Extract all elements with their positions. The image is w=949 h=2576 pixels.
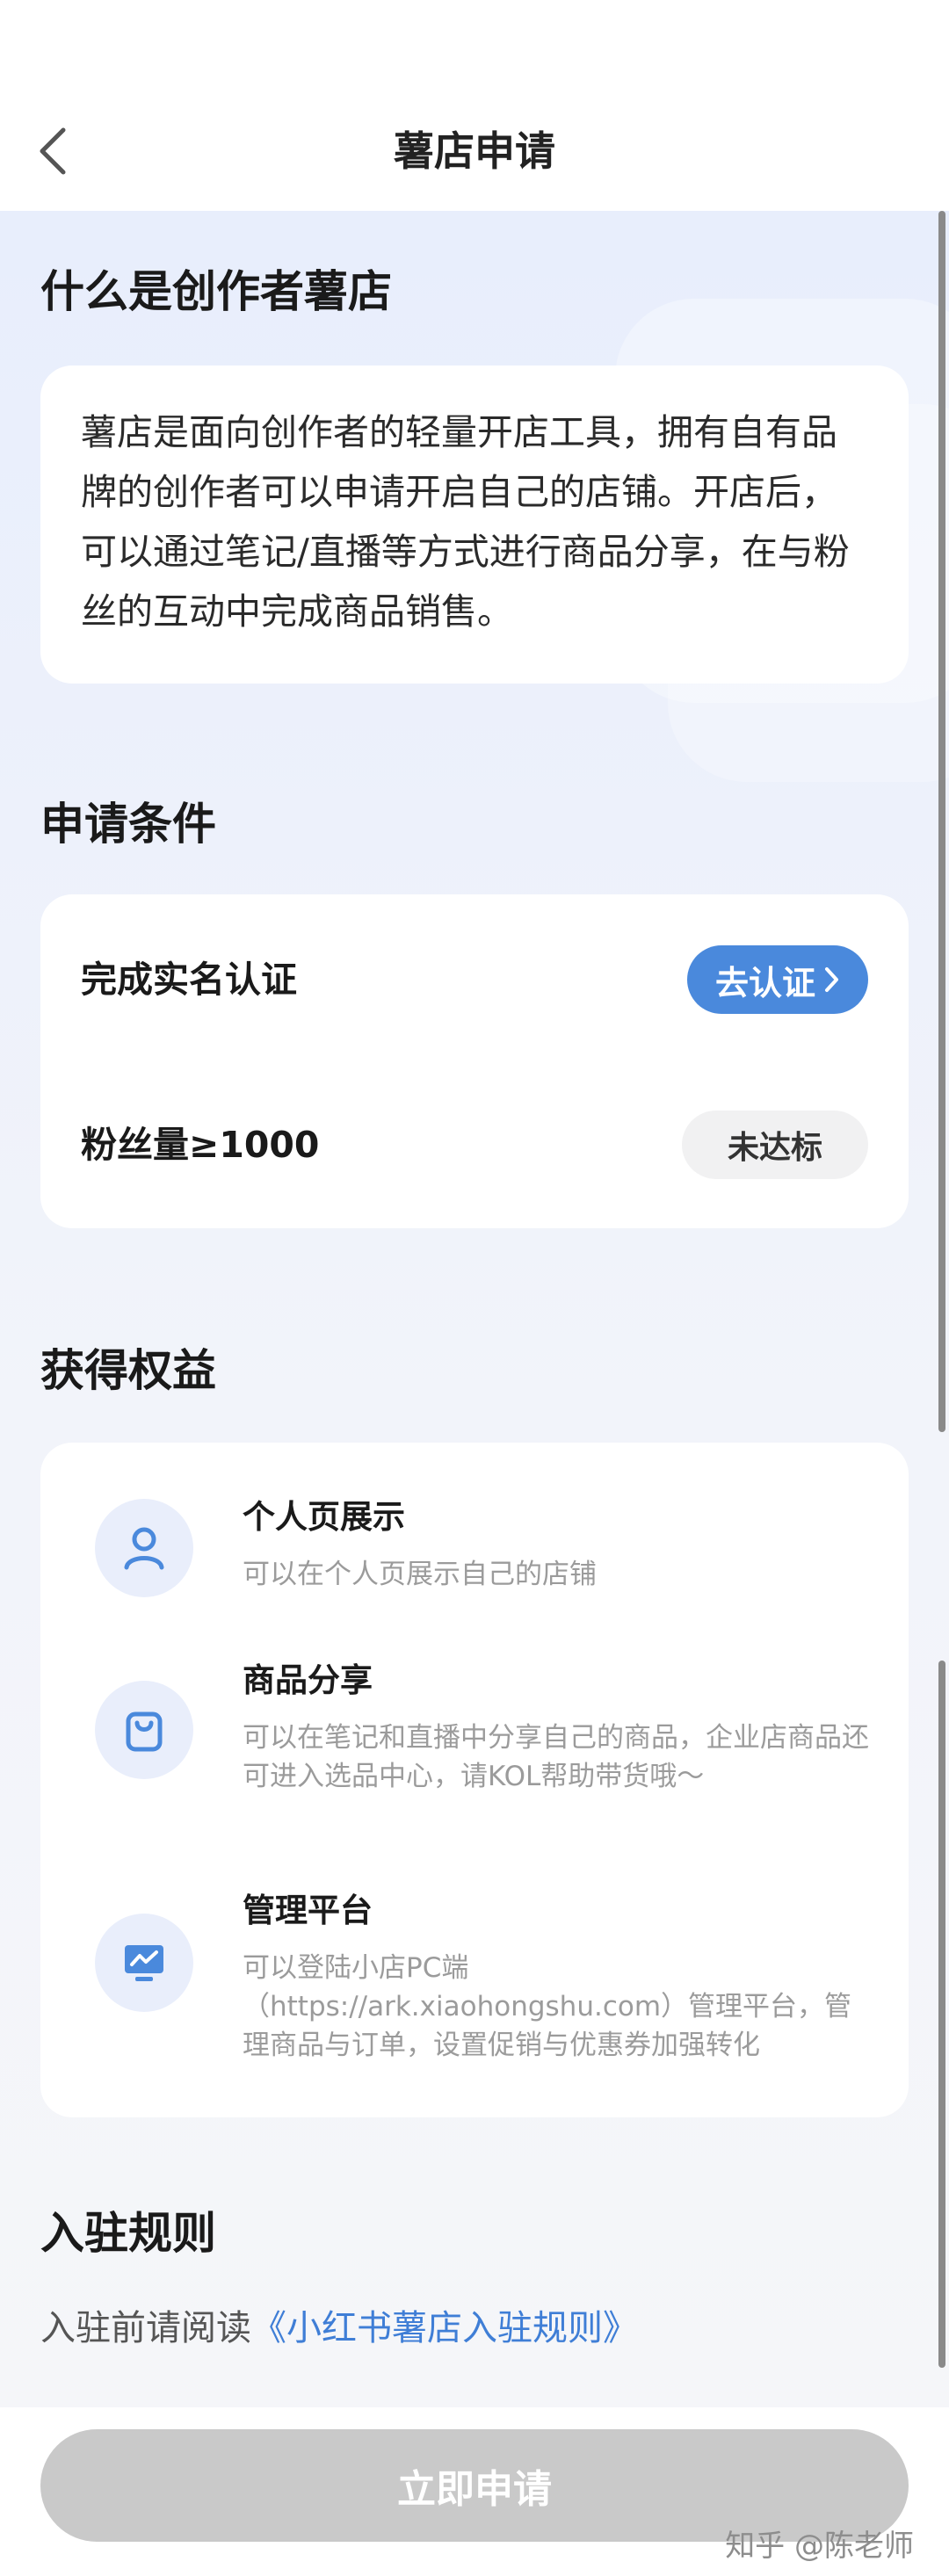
benefit-title: 个人页展示 [243, 1498, 405, 1536]
rules-prefix: 入驻前请阅读 [40, 2308, 251, 2348]
shopping-bag-icon [95, 1681, 193, 1779]
watermark: 知乎 @陈老师 [725, 2529, 914, 2564]
benefit-desc: 可以在个人页展示自己的店铺 [243, 1559, 597, 1590]
intro-text: 薯店是面向创作者的轻量开店工具，拥有自有品牌的创作者可以申请开启自己的店铺。开店… [81, 411, 850, 633]
bottom-bar: 立即申请 知乎 @陈老师 [0, 2407, 949, 2576]
benefits-section-title: 获得权益 [40, 1345, 216, 1396]
condition-real-name-label: 完成实名认证 [81, 959, 297, 1001]
conditions-card: 完成实名认证 去认证 粉丝量≥1000 未达标 [40, 894, 909, 1228]
verify-button[interactable]: 去认证 [687, 945, 868, 1014]
status-badge: 未达标 [682, 1111, 868, 1179]
scrollbar[interactable] [938, 1661, 945, 2368]
benefit-desc: 可以登陆小店PC端（https://ark.xiaohongshu.com）管理… [243, 1952, 852, 2061]
benefits-card: 个人页展示 可以在个人页展示自己的店铺 商品分享 可以在笔记和直播中分享自己的商… [40, 1443, 909, 2117]
rules-link[interactable]: 《小红书薯店入驻规则》 [251, 2308, 638, 2348]
main-content[interactable]: 什么是创作者薯店 薯店是面向创作者的轻量开店工具，拥有自有品牌的创作者可以申请开… [0, 211, 949, 2407]
condition-followers-label: 粉丝量≥1000 [81, 1124, 320, 1166]
benefit-title: 管理平台 [243, 1892, 373, 1929]
rules-line: 入驻前请阅读《小红书薯店入驻规则》 [40, 2304, 638, 2353]
top-bar: 薯店申请 [0, 0, 949, 211]
benefit-title: 商品分享 [243, 1661, 373, 1699]
intro-card: 薯店是面向创作者的轻量开店工具，拥有自有品牌的创作者可以申请开启自己的店铺。开店… [40, 365, 909, 684]
rules-section-title: 入驻规则 [40, 2208, 216, 2259]
chevron-right-icon [825, 967, 838, 992]
conditions-section-title: 申请条件 [40, 799, 216, 850]
verify-button-label: 去认证 [714, 963, 815, 1002]
benefit-desc: 可以在笔记和直播中分享自己的商品，企业店商品还可进入选品中心，请KOL帮助带货哦… [243, 1722, 869, 1792]
user-icon [95, 1499, 193, 1597]
scrollbar[interactable] [938, 211, 945, 1432]
monitor-chart-icon [95, 1914, 193, 2012]
intro-section-title: 什么是创作者薯店 [40, 266, 392, 317]
page-title: 薯店申请 [394, 127, 555, 175]
